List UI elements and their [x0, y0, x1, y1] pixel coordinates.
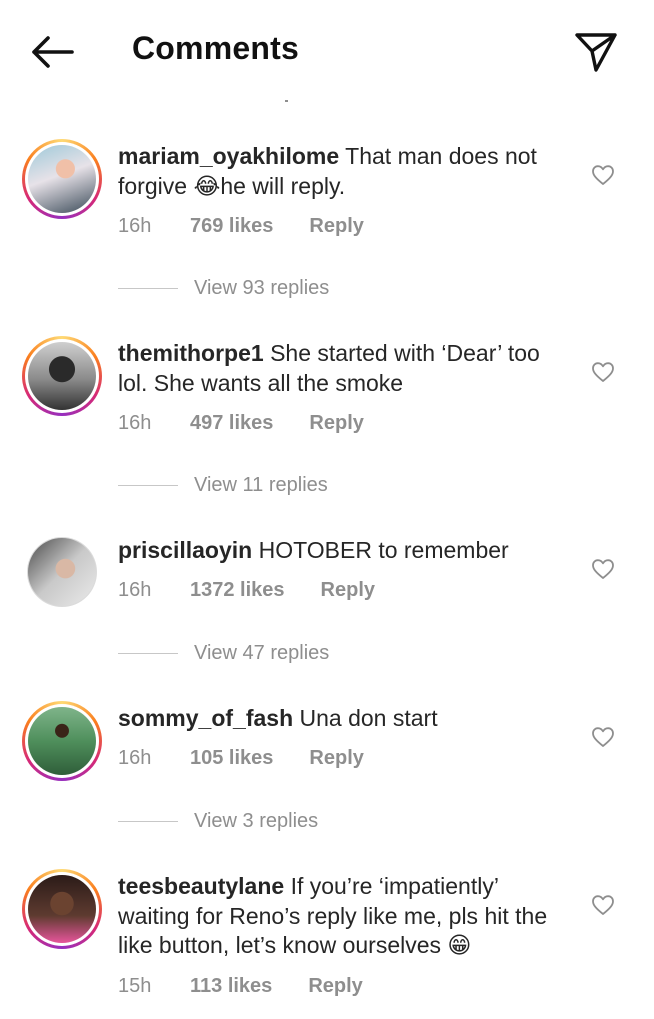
view-replies-label: View 11 replies	[194, 474, 328, 496]
heart-icon[interactable]	[591, 558, 615, 580]
divider-line	[118, 821, 178, 822]
view-replies-label: View 93 replies	[194, 277, 330, 299]
comment-text: priscillaoyin HOTOBER to remember	[118, 536, 573, 566]
comment-text: themithorpe1 She started with ‘Dear’ too…	[118, 339, 573, 398]
share-button[interactable]	[570, 28, 622, 76]
laughing-emoji: 😂	[193, 172, 221, 199]
comment-text: teesbeautylane If you’re ‘impatiently’ w…	[118, 872, 573, 961]
comment-meta: 16h 1372 likes Reply	[118, 579, 375, 602]
divider-line	[118, 288, 178, 289]
grinning-emoji: 😁	[447, 932, 472, 958]
avatar[interactable]	[22, 336, 102, 416]
comment-time: 16h	[118, 747, 152, 769]
comment-time: 16h	[118, 579, 152, 601]
arrow-left-icon	[32, 36, 74, 68]
comment-meta: 15h 113 likes Reply	[118, 975, 363, 998]
comment-body: HOTOBER to remember	[258, 537, 509, 563]
comment-time: 15h	[118, 975, 152, 997]
comment-username[interactable]: priscillaoyin	[118, 537, 252, 563]
comment-username[interactable]: themithorpe1	[118, 340, 264, 366]
avatar[interactable]	[22, 139, 102, 219]
comment-meta: 16h 105 likes Reply	[118, 747, 364, 770]
heart-icon[interactable]	[591, 726, 615, 748]
view-replies-label: View 47 replies	[194, 642, 330, 664]
reply-button[interactable]: Reply	[321, 579, 375, 602]
comment-time: 16h	[118, 215, 152, 237]
reply-button[interactable]: Reply	[309, 412, 363, 435]
comment-username[interactable]: sommy_of_fash	[118, 705, 293, 731]
page-title: Comments	[132, 30, 299, 66]
view-replies-button[interactable]: View 11 replies	[118, 474, 328, 497]
comment-username[interactable]: teesbeautylane	[118, 873, 284, 899]
avatar[interactable]	[27, 537, 97, 607]
comment-text: sommy_of_fash Una don start	[118, 704, 573, 734]
scroll-indicator	[285, 100, 288, 102]
paper-plane-icon	[575, 33, 617, 72]
comment-likes[interactable]: 113 likes	[190, 975, 272, 998]
comment-body-cont: he will reply.	[220, 172, 346, 199]
view-replies-button[interactable]: View 3 replies	[118, 810, 318, 833]
comment-meta: 16h 769 likes Reply	[118, 215, 364, 238]
avatar[interactable]	[22, 869, 102, 949]
comment-likes[interactable]: 105 likes	[190, 747, 273, 770]
heart-icon[interactable]	[591, 361, 615, 383]
header-bar: Comments	[0, 0, 654, 100]
comment-time: 16h	[118, 412, 152, 434]
comment-text: mariam_oyakhilome That man does not forg…	[118, 142, 573, 201]
view-replies-button[interactable]: View 93 replies	[118, 277, 329, 300]
comment-likes[interactable]: 1372 likes	[190, 579, 285, 602]
comment-username[interactable]: mariam_oyakhilome	[118, 143, 339, 169]
reply-button[interactable]: Reply	[309, 747, 363, 770]
reply-button[interactable]: Reply	[309, 215, 363, 238]
divider-line	[118, 653, 178, 654]
comment-meta: 16h 497 likes Reply	[118, 412, 364, 435]
back-button[interactable]	[26, 30, 78, 74]
heart-icon[interactable]	[591, 894, 615, 916]
reply-button[interactable]: Reply	[308, 975, 362, 998]
divider-line	[118, 485, 178, 486]
heart-icon[interactable]	[591, 164, 615, 186]
comment-likes[interactable]: 497 likes	[190, 412, 273, 435]
comment-body: Una don start	[299, 705, 438, 731]
view-replies-label: View 3 replies	[194, 810, 319, 832]
avatar[interactable]	[22, 701, 102, 781]
view-replies-button[interactable]: View 47 replies	[118, 642, 329, 665]
comment-likes[interactable]: 769 likes	[190, 215, 273, 238]
